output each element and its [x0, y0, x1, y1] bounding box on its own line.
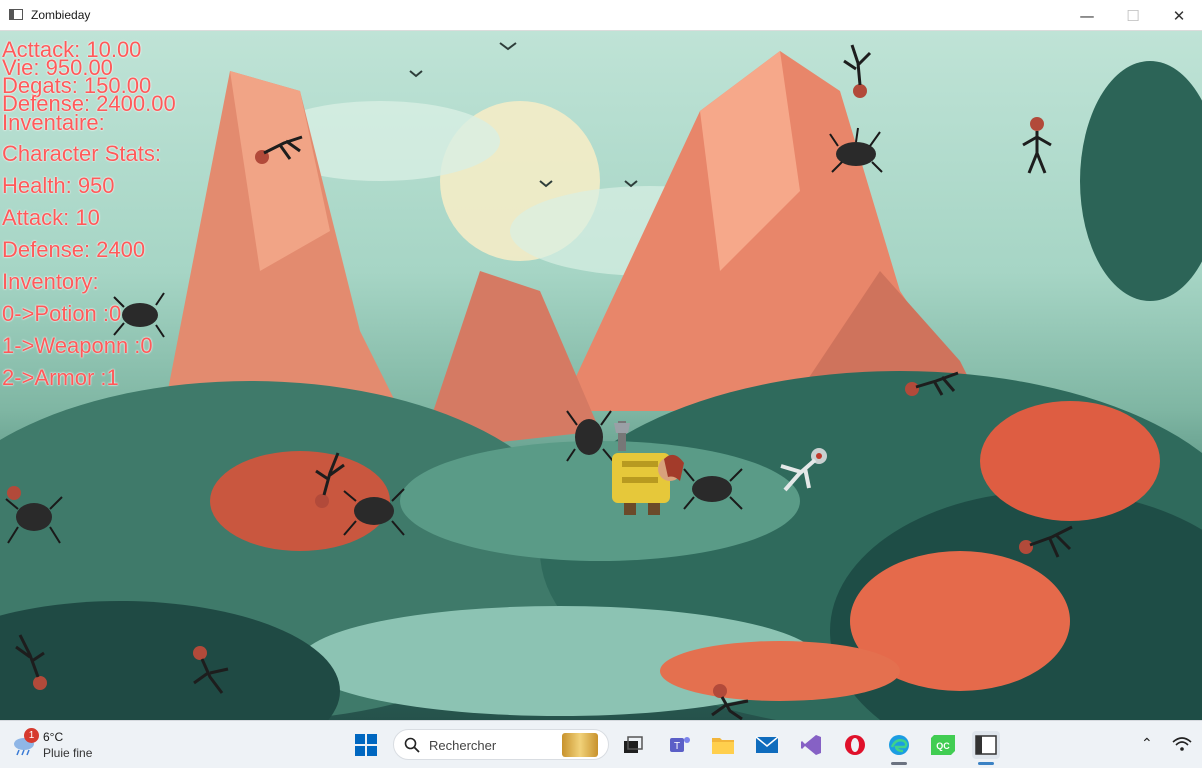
edge-icon[interactable]	[885, 731, 913, 759]
search-placeholder: Rechercher	[429, 738, 497, 753]
zombie-sprite	[1019, 525, 1073, 558]
app-window-icon	[9, 9, 23, 20]
spider-sprite	[113, 292, 165, 338]
weather-temperature: 6°C	[43, 730, 64, 744]
spider-sprite	[683, 468, 743, 510]
zombieday-app-icon[interactable]	[972, 731, 1000, 759]
search-highlight-image	[562, 733, 598, 757]
svg-text:T: T	[674, 741, 680, 752]
search-icon	[404, 737, 420, 753]
window-titlebar[interactable]: Zombieday — ☐ ✕	[0, 0, 1202, 31]
svg-text:QC: QC	[936, 741, 950, 751]
window-title: Zombieday	[31, 8, 91, 22]
hud-inventory-heading: Inventaire:	[2, 110, 105, 135]
zombie-sprite	[1022, 117, 1052, 174]
zombie-sprite	[711, 684, 749, 720]
inventory-potion: 0->Potion :0	[2, 301, 122, 326]
edge-active-indicator	[891, 762, 907, 765]
file-explorer-icon[interactable]	[709, 731, 737, 759]
notification-badge: 1	[24, 728, 39, 743]
zombie-sprite	[193, 646, 229, 694]
taskbar-search[interactable]: Rechercher	[393, 729, 609, 760]
zombie-sprite	[780, 448, 827, 492]
spider-sprite	[343, 488, 405, 536]
task-view-icon[interactable]	[619, 731, 647, 759]
wifi-icon[interactable]	[1172, 736, 1192, 752]
stats-inventory: Inventory:	[2, 269, 99, 294]
weather-description: Pluie fine	[43, 746, 93, 760]
qt-creator-icon[interactable]: QC	[929, 731, 957, 759]
zombie-sprite	[905, 371, 959, 396]
zombie-sprite	[255, 135, 303, 164]
zombie-sprite	[843, 44, 872, 98]
stats-heading: Character Stats:	[2, 141, 161, 166]
zombie-sprite	[15, 634, 47, 690]
spider-sprite	[829, 127, 883, 173]
close-button[interactable]: ✕	[1156, 0, 1202, 31]
maximize-button[interactable]: ☐	[1110, 0, 1156, 31]
stats-defense: Defense: 2400	[2, 237, 146, 262]
windows-taskbar: 1 6°C Pluie fine Rechercher T QC ⌃	[0, 720, 1202, 768]
zombieday-active-indicator	[978, 762, 994, 765]
opera-icon[interactable]	[841, 731, 869, 759]
start-icon[interactable]	[352, 731, 380, 759]
game-canvas[interactable]: Acttack: 10.00 Vie: 950.00 Degats: 150.0…	[0, 31, 1202, 720]
stats-attack: Attack: 10	[2, 205, 100, 230]
visual-studio-icon[interactable]	[797, 731, 825, 759]
teams-icon[interactable]: T	[666, 731, 694, 759]
player-knight	[612, 421, 684, 515]
minimize-button[interactable]: —	[1064, 0, 1110, 31]
stats-health: Health: 950	[2, 173, 115, 198]
spider-sprite	[5, 486, 63, 544]
mail-icon[interactable]	[753, 731, 781, 759]
inventory-armor: 2->Armor :1	[2, 365, 119, 390]
tray-overflow-chevron-icon[interactable]: ⌃	[1141, 735, 1153, 752]
